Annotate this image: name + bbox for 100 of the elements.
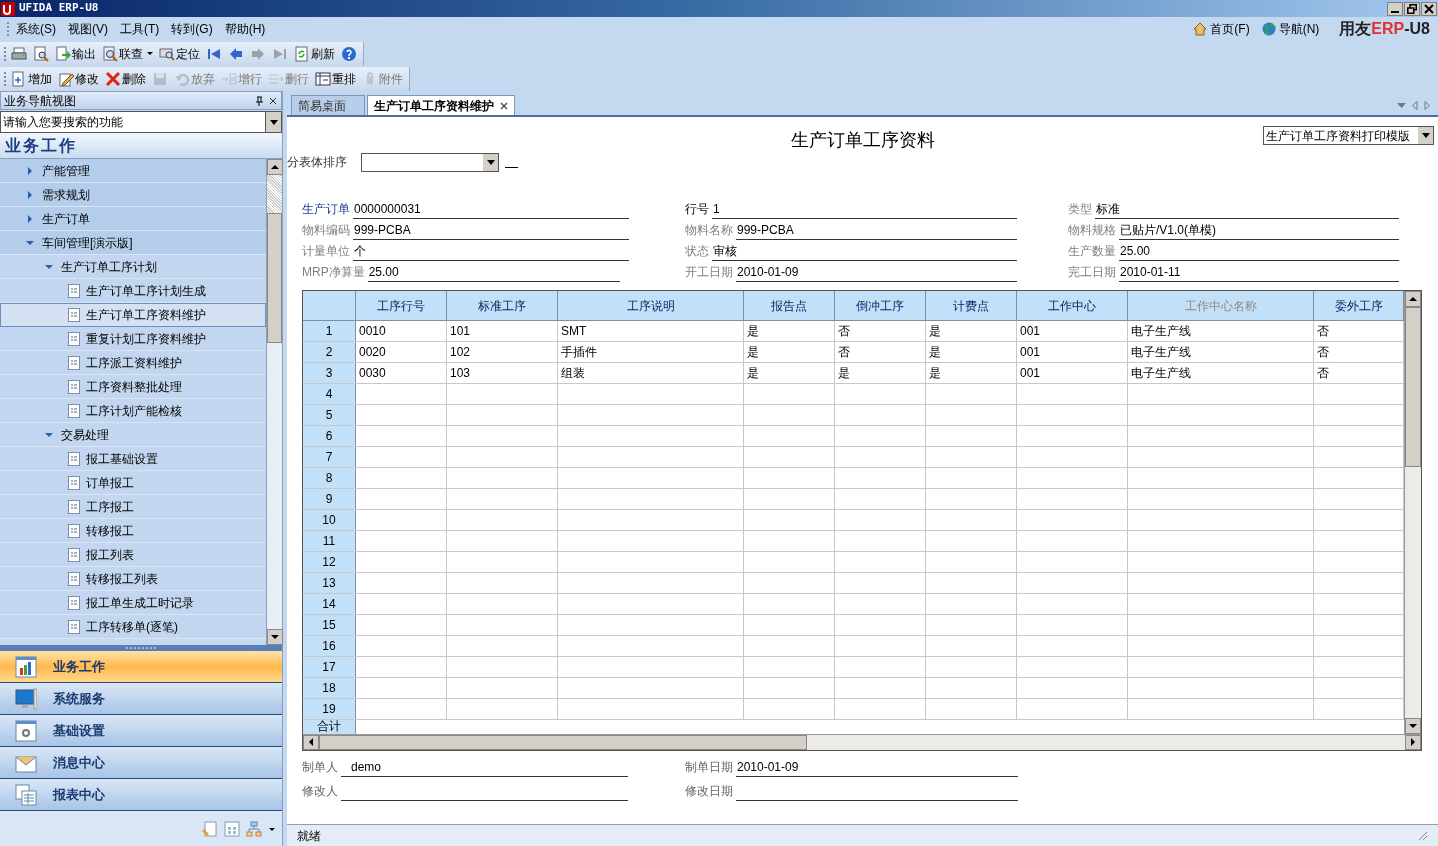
form-field[interactable]: 2010-01-09: [736, 759, 1018, 777]
column-header[interactable]: 工作中心: [1017, 291, 1128, 320]
scrollbar-thumb[interactable]: [1405, 307, 1421, 467]
form-field[interactable]: 1: [712, 201, 1017, 219]
close-button[interactable]: [1421, 1, 1437, 16]
collapsed-triangle-icon: [26, 166, 34, 175]
help-icon: [341, 45, 357, 62]
form-field[interactable]: 2010-01-09: [736, 264, 1017, 282]
table-cell: 电子生产线: [1128, 342, 1314, 362]
table-icon: [15, 783, 37, 806]
form-field[interactable]: demo: [341, 759, 628, 777]
tree-item[interactable]: 车间管理[演示版]: [0, 231, 266, 255]
toolbar-button[interactable]: 定位: [157, 43, 202, 64]
form-field[interactable]: 已贴片/V1.0(单模): [1119, 222, 1399, 240]
column-header[interactable]: 工序行号: [356, 291, 447, 320]
toolbar-button[interactable]: 刷新: [292, 43, 337, 64]
tree-item[interactable]: 产能管理: [0, 159, 266, 183]
form-field[interactable]: 25.00: [1119, 243, 1399, 261]
row-number: 1: [303, 321, 356, 341]
toolbar-button[interactable]: 修改: [56, 68, 101, 89]
table-cell: 手插件: [558, 342, 744, 362]
document-icon: [68, 571, 80, 586]
dropdown-button[interactable]: [265, 111, 282, 133]
field-label: 完工日期: [1068, 264, 1116, 281]
row-number: 9: [303, 489, 356, 509]
menu-item[interactable]: 工具(T): [114, 18, 166, 40]
column-header[interactable]: 标准工序: [447, 291, 558, 320]
table-cell: SMT: [558, 321, 744, 341]
table-cell: 001: [1017, 321, 1128, 341]
tab-list-icon: [1397, 102, 1406, 109]
toolbar-button[interactable]: 输出: [53, 43, 98, 64]
document-icon: [68, 595, 80, 610]
table-cell: 否: [835, 321, 926, 341]
edit-icon: [58, 70, 74, 87]
row-number: 18: [303, 678, 356, 698]
form-field[interactable]: 999-PCBA: [736, 222, 1017, 240]
minimize-icon: [1391, 10, 1399, 13]
pin-icon: [254, 95, 264, 106]
column-header[interactable]: 计费点: [926, 291, 1017, 320]
navigation-pane-button[interactable]: 消息中心: [0, 747, 282, 779]
toolbar-button[interactable]: 联查: [100, 43, 155, 64]
column-header[interactable]: 工序说明: [558, 291, 744, 320]
toolbar-button[interactable]: 增加: [9, 68, 54, 89]
menu-item[interactable]: 系统(S): [10, 18, 62, 40]
tab[interactable]: 简易桌面: [291, 95, 365, 115]
sort-dropdown[interactable]: [361, 152, 499, 172]
form-field[interactable]: 0000000031: [353, 201, 629, 219]
scrollbar[interactable]: [266, 159, 282, 645]
scrollbar[interactable]: [303, 734, 1421, 750]
column-header[interactable]: 报告点: [744, 291, 835, 320]
table-cell: 103: [447, 363, 558, 383]
navigation-pane-button[interactable]: 业务工作: [0, 651, 282, 683]
field-label: 制单人: [302, 759, 338, 776]
table-cell: 电子生产线: [1128, 321, 1314, 341]
app-logo-icon: [1, 1, 15, 16]
scrollbar-thumb[interactable]: [319, 735, 807, 750]
navigation-pane-button[interactable]: 报表中心: [0, 779, 282, 811]
row-number: 7: [303, 447, 356, 467]
restore-icon: [1407, 3, 1417, 14]
form-field[interactable]: 个: [353, 243, 629, 261]
navigation-pane-button[interactable]: 系统服务: [0, 683, 282, 715]
next-icon: [250, 45, 266, 62]
window-title: UFIDA ERP-U8: [19, 0, 99, 17]
minimize-button[interactable]: [1387, 1, 1403, 16]
status-text: 就绪: [297, 827, 321, 845]
menu-item[interactable]: 视图(V): [62, 18, 114, 40]
tab[interactable]: 生产订单工序资料维护: [367, 95, 515, 115]
toolbar-button[interactable]: 删除: [103, 68, 148, 89]
menu-item[interactable]: 转到(G): [165, 18, 219, 40]
table-cell: 001: [1017, 342, 1128, 362]
table-cell: 是: [835, 363, 926, 383]
scrollbar-thumb[interactable]: [267, 213, 282, 343]
form-field[interactable]: 2010-01-11: [1119, 264, 1399, 282]
form-field[interactable]: 审核: [712, 243, 1017, 261]
row-number: 17: [303, 657, 356, 677]
home-link[interactable]: 首页(F): [1193, 20, 1250, 38]
search-field[interactable]: 请输入您要搜索的功能: [0, 111, 265, 133]
navigation-link[interactable]: 导航(N): [1261, 20, 1320, 38]
preview-button[interactable]: [31, 43, 51, 64]
toolbar-button[interactable]: 重排: [313, 68, 358, 89]
tree-item[interactable]: 需求规划: [0, 183, 266, 207]
tree-item[interactable]: 生产订单工序资料维护: [0, 303, 266, 327]
scroll-left-icon: [303, 735, 319, 750]
menu-item[interactable]: 帮助(H): [218, 18, 272, 40]
row-number: 8: [303, 468, 356, 488]
table-cell: 101: [447, 321, 558, 341]
scrollbar[interactable]: [1404, 291, 1421, 734]
document-icon: [68, 547, 80, 562]
document-icon: [68, 451, 80, 466]
tree-item[interactable]: 生产订单: [0, 207, 266, 231]
column-header[interactable]: 倒冲工序: [835, 291, 926, 320]
form-field[interactable]: 999-PCBA: [353, 222, 629, 240]
field-label: 物料名称: [685, 222, 733, 239]
scroll-up-icon: [1405, 291, 1421, 307]
navigation-pane-button[interactable]: 基础设置: [0, 715, 282, 747]
form-field[interactable]: 标准: [1095, 201, 1399, 219]
form-field[interactable]: 25.00: [367, 264, 620, 282]
template-dropdown[interactable]: 生产订单工序资料打印模版: [1263, 126, 1434, 145]
field-label: 生产数量: [1068, 243, 1116, 260]
restore-button[interactable]: [1404, 1, 1420, 16]
